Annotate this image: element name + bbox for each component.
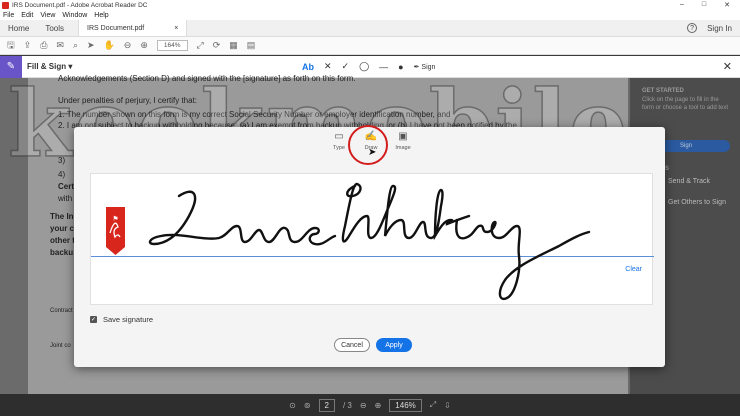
add-text-tool[interactable]: Ab [302,62,314,72]
next-page-icon[interactable]: ⊚ [304,401,311,410]
doc-line: Under penalties of perjury, I certify th… [58,96,198,105]
tab-type-label: Type [333,145,345,151]
maximize-button[interactable]: □ [702,1,706,9]
menu-edit[interactable]: Edit [21,12,33,19]
sign-tool-label: Sign [421,63,436,71]
doc-line: 4) [58,170,66,179]
zoom-level-select[interactable]: 164% [156,40,188,51]
cancel-button[interactable]: Cancel [334,338,370,352]
zoom-in-icon[interactable]: ⊕ [140,40,148,51]
tab-type[interactable]: ▭ Type [328,131,350,151]
main-toolbar: 🖫 ⇪ ⎙ ✉ ⌕ ➤ ✋ ⊖ ⊕ 164% ⤢ ⟳ ▦ ▤ [0,37,740,55]
print-icon[interactable]: ⎙ [40,40,47,51]
menu-help[interactable]: Help [94,12,108,19]
fill-sign-pen-icon: ✎ [0,55,22,78]
hand-icon[interactable]: ✋ [104,40,115,51]
close-tab-icon[interactable]: × [174,25,178,32]
fit-icon[interactable]: ⤢ [430,400,436,410]
sign-tool[interactable]: ✒ Sign [414,63,436,71]
acrobat-app-icon [2,1,9,9]
title-bar: IRS Document.pdf - Adobe Acrobat Reader … [0,0,740,10]
help-icon[interactable]: ? [687,23,698,33]
select-cursor-icon[interactable]: ➤ [87,40,95,51]
menu-window[interactable]: Window [62,12,87,19]
tab-bar: Home Tools IRS Document.pdf × ? Sign In [0,20,740,37]
menu-file[interactable]: File [3,12,14,19]
menu-view[interactable]: View [40,12,55,19]
type-icon: ▭ [334,131,344,142]
signature-draw-canvas[interactable]: ⚑ Clear [90,173,654,305]
page-view-icon[interactable]: ▦ [229,40,238,51]
menu-bar: File Edit View Window Help [0,10,740,20]
page-number-input[interactable]: 2 [318,398,335,412]
doc-box-line: other t [50,236,75,245]
drawn-signature [148,182,591,301]
document-tab-label: IRS Document.pdf [87,24,145,32]
rotate-icon[interactable]: ⟳ [213,40,221,51]
fit-page-icon[interactable]: ⤢ [197,40,204,51]
window-title: IRS Document.pdf - Adobe Acrobat Reader … [12,1,148,9]
line-tool[interactable]: — [379,62,388,72]
upload-icon[interactable]: ⇪ [24,40,32,51]
window-controls: – □ ✕ [680,1,740,9]
panel-heading: GET STARTED [642,88,684,94]
save-signature-row[interactable]: ✓ Save signature [90,315,153,324]
doc-line: with [58,194,73,203]
signature-dialog: ▭ Type ✍ Draw ▣ Image ➤ ⚑ Clear ✓ Save s… [74,125,665,367]
doc-line: Acknowledgements (Section D) and signed … [58,74,356,83]
doc-joint-label: Joint co [50,343,71,349]
zoom-out-bottom-icon[interactable]: ⊖ [360,401,367,410]
tab-tools[interactable]: Tools [37,20,72,36]
close-window-button[interactable]: ✕ [724,1,730,9]
image-icon: ▣ [398,131,408,142]
prev-page-icon[interactable]: ⊙ [289,401,296,410]
apply-button[interactable]: Apply [376,338,412,352]
comment-icon[interactable]: ▤ [247,40,256,51]
dot-tool[interactable]: ● [398,62,403,72]
download-icon[interactable]: ⇩ [444,401,451,410]
check-mark-tool[interactable]: ✓ [342,61,350,72]
zoom-in-bottom-icon[interactable]: ⊕ [375,401,382,410]
clear-signature-link[interactable]: Clear [625,266,642,273]
tabbar-right: ? Sign In [687,20,740,36]
bottom-zoom-select[interactable]: 146% [389,398,422,412]
page-total: / 3 [342,400,352,410]
fill-sign-tools: Ab ✕ ✓ ◯ — ● ✒ Sign [302,61,435,72]
sign-in-link[interactable]: Sign In [707,24,732,33]
tab-document[interactable]: IRS Document.pdf × [78,20,188,36]
save-signature-checkbox[interactable]: ✓ [90,316,97,323]
mouse-pointer-icon: ➤ [368,147,377,158]
search-icon[interactable]: ⌕ [73,40,78,51]
doc-line: 1. The number shown on this form is my c… [58,110,451,119]
svg-text:⚑: ⚑ [112,215,118,223]
doc-line: Cert [58,182,75,191]
cross-mark-tool[interactable]: ✕ [324,61,332,72]
tab-home[interactable]: Home [0,20,37,36]
doc-box-line: The In [50,212,74,221]
doc-box-line: your c [50,224,75,233]
tab-image[interactable]: ▣ Image [392,131,414,151]
acrobat-sign-bookmark-icon: ⚑ [106,207,125,255]
close-fill-sign-icon[interactable]: ✕ [723,60,732,73]
doc-line: 3) [58,156,66,165]
zoom-out-icon[interactable]: ⊖ [124,40,132,51]
panel-text: Click on the page to fill in the form or… [642,97,729,111]
page-navigation-bar: ⊙ ⊚ 2 / 3 ⊖ ⊕ 146% ⤢ ⇩ [0,394,740,416]
circle-tool[interactable]: ◯ [359,61,369,72]
minimize-button[interactable]: – [680,1,684,9]
save-icon[interactable]: 🖫 [7,38,15,54]
draw-tab-highlight-circle [348,125,388,165]
save-signature-label: Save signature [103,315,154,324]
tab-image-label: Image [395,145,411,151]
doc-box-line: backu [50,248,74,257]
doc-contract-label: Contract [50,308,73,314]
fill-sign-menu[interactable]: Fill & Sign ▾ [27,62,72,71]
email-icon[interactable]: ✉ [56,40,64,51]
